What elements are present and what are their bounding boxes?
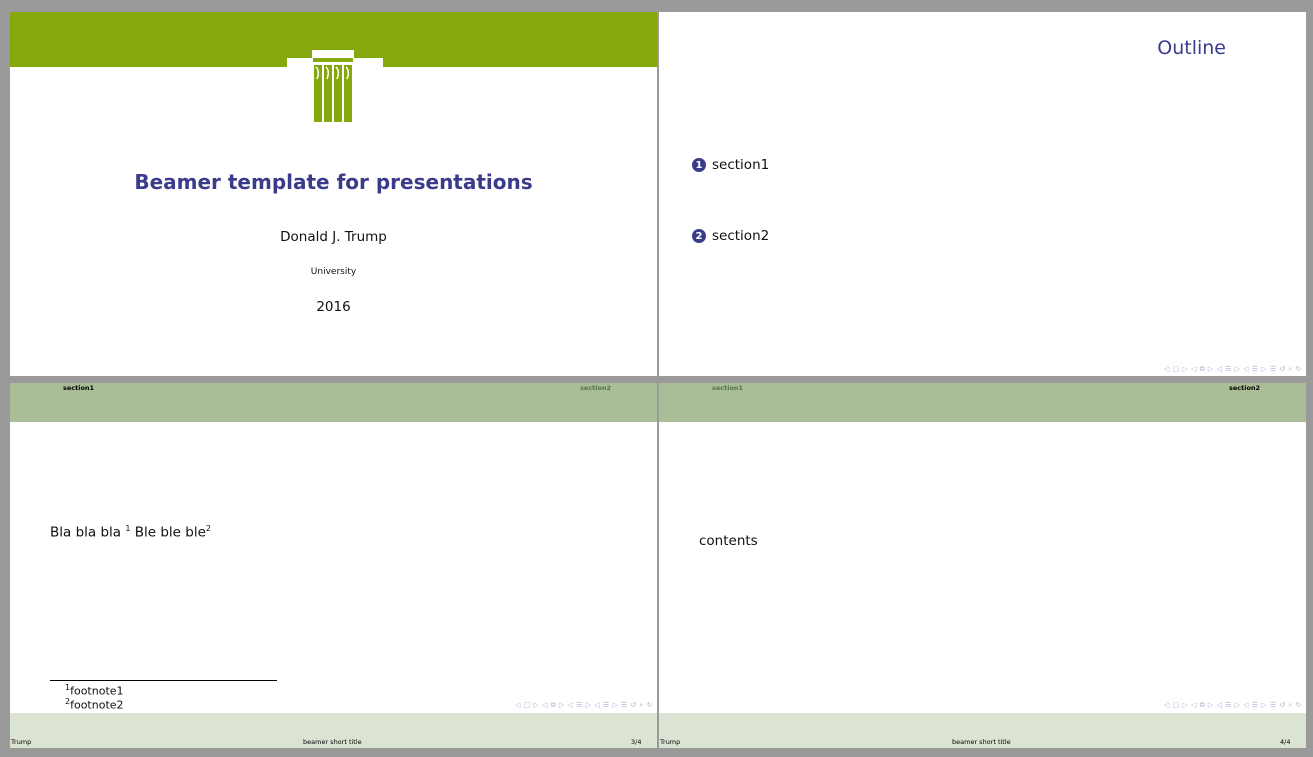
date: 2016	[316, 299, 351, 315]
outline-title: Outline	[1157, 37, 1226, 59]
content-slide-4: section1 section2 contents ◁ □ ▷ ◁ ⧉ ▷ ◁…	[659, 383, 1306, 748]
navigation-symbols[interactable]: ◁ □ ▷ ◁ ⧉ ▷ ◁ ☰ ▷ ◁ ☰ ▷ ☰ ↺ ⌕ ↻	[515, 701, 653, 710]
toc-item-section1[interactable]: 1 section1	[692, 157, 769, 173]
section-header: section1 section2	[10, 383, 657, 422]
content-slide-3: section1 section2 Bla bla bla 1 Ble ble …	[10, 383, 657, 748]
footnote-mark: 2	[205, 524, 211, 533]
title-slide: Beamer template for presentations Donald…	[10, 12, 657, 376]
header-section2-link[interactable]: section2	[1229, 384, 1260, 392]
slide-body-text: Bla bla bla 1 Ble ble ble2	[50, 524, 211, 541]
header-section2-link[interactable]: section2	[580, 384, 611, 392]
author-name: Donald J. Trump	[280, 229, 387, 245]
footer-page-number: 4/4	[1280, 738, 1291, 746]
footer-author: Trump	[660, 738, 681, 746]
footer-author: Trump	[11, 738, 32, 746]
toc-label: section2	[712, 228, 770, 244]
body-text-part: Bla bla bla	[50, 524, 126, 541]
university-logo-icon	[312, 50, 354, 122]
slide-footer: Trump beamer short title 4/4	[659, 713, 1306, 748]
presentation-title: Beamer template for presentations	[134, 170, 533, 194]
navigation-symbols[interactable]: ◁ □ ▷ ◁ ⧉ ▷ ◁ ☰ ▷ ◁ ☰ ▷ ☰ ↺ ⌕ ↻	[1164, 365, 1302, 374]
toc-number: 1	[692, 158, 706, 172]
footer-short-title: beamer short title	[952, 738, 1011, 746]
slide-footer: Trump beamer short title 3/4	[10, 713, 657, 748]
toc-item-section2[interactable]: 2 section2	[692, 228, 769, 244]
navigation-symbols[interactable]: ◁ □ ▷ ◁ ⧉ ▷ ◁ ☰ ▷ ◁ ☰ ▷ ☰ ↺ ⌕ ↻	[1164, 701, 1302, 710]
institute: University	[310, 267, 357, 277]
footnote-1: 1footnote1	[65, 683, 124, 698]
footnote-2: 2footnote2	[65, 697, 124, 712]
footer-short-title: beamer short title	[303, 738, 362, 746]
footnote-text: footnote1	[70, 684, 124, 698]
toc-label: section1	[712, 157, 770, 173]
body-text-part: Ble ble ble	[130, 524, 206, 541]
footnote-rule	[50, 680, 277, 681]
outline-slide: Outline 1 section1 2 section2 ◁ □ ▷ ◁ ⧉ …	[659, 12, 1306, 376]
header-section1-link[interactable]: section1	[63, 384, 94, 392]
footnote-text: footnote2	[70, 698, 124, 712]
footer-page-number: 3/4	[631, 738, 642, 746]
toc-number: 2	[692, 229, 706, 243]
header-section1-link[interactable]: section1	[712, 384, 743, 392]
slide-body-text: contents	[699, 533, 758, 549]
section-header: section1 section2	[659, 383, 1306, 422]
